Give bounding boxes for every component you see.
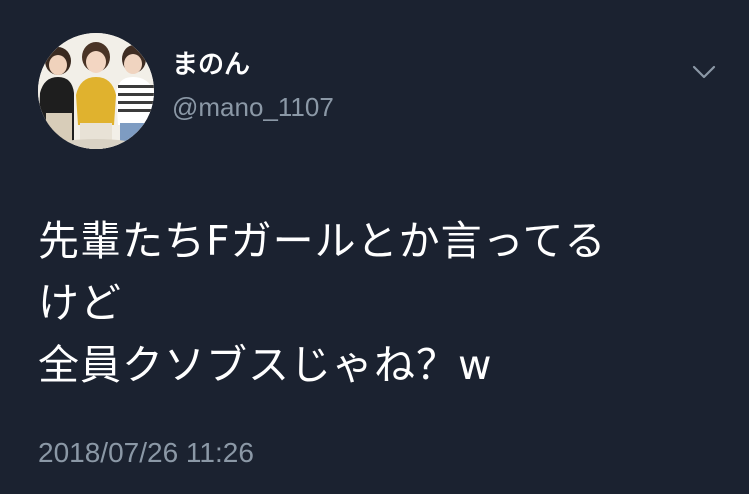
- chevron-down-icon[interactable]: [686, 58, 722, 86]
- tweet-text-line: けど: [38, 279, 122, 327]
- profile-photo: [38, 33, 154, 149]
- display-name[interactable]: まのん: [172, 50, 250, 80]
- avatar[interactable]: [38, 33, 154, 149]
- tweet-text: 先輩たちFガールとか言ってる けど 全員クソブスじゃね？w: [38, 210, 728, 396]
- tweet-text-line: 全員クソブスじゃね？w: [38, 341, 493, 389]
- user-handle[interactable]: @mano_1107: [172, 92, 334, 122]
- tweet-text-line: 先輩たちFガールとか言ってる: [38, 217, 607, 265]
- tweet-card: まのん @mano_1107 先輩たちFガールとか言ってる けど 全員クソブスじ…: [0, 0, 749, 494]
- tweet-timestamp[interactable]: 2018/07/26 11:26: [38, 436, 254, 470]
